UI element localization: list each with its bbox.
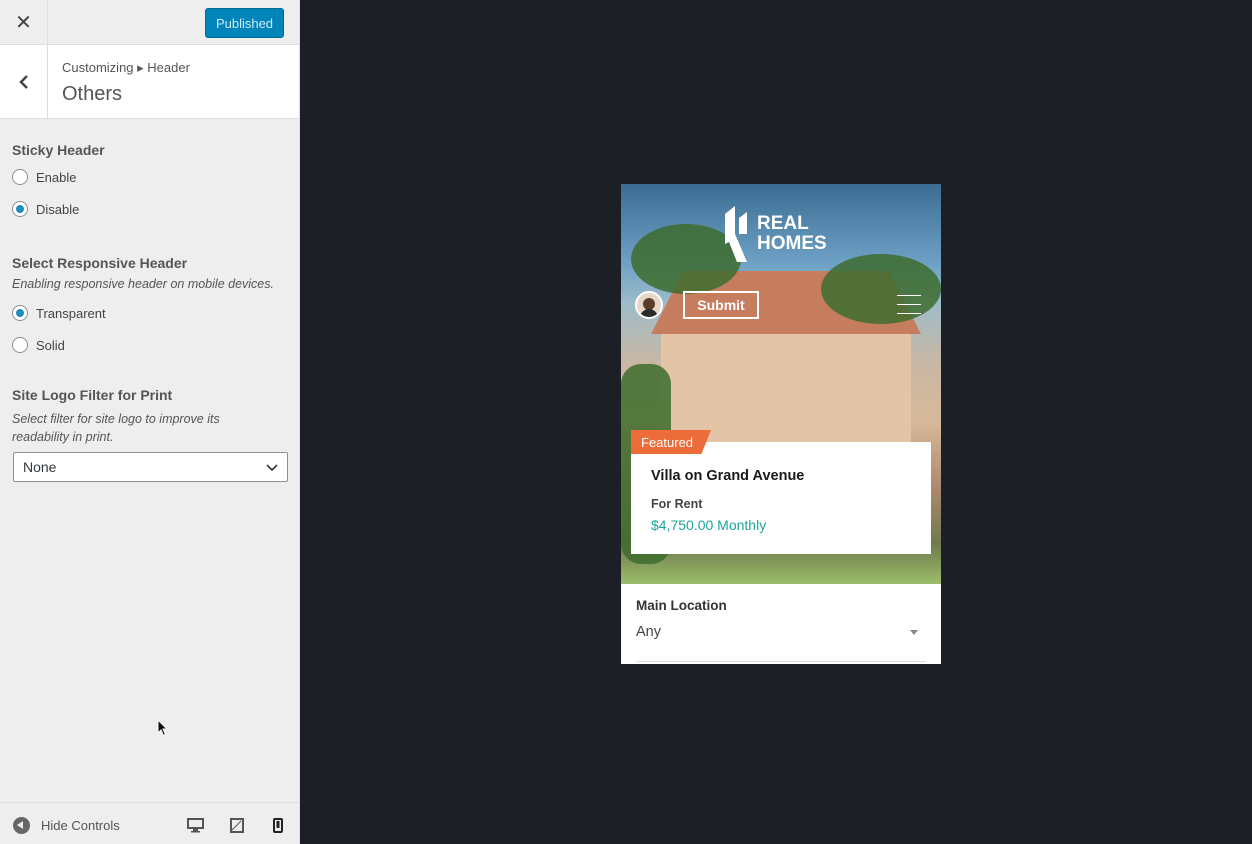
property-price: $4,750.00 Monthly — [651, 517, 767, 533]
logo-filter-select[interactable]: None — [13, 452, 288, 482]
logo-filter-description: Select filter for site logo to improve i… — [12, 412, 220, 444]
responsive-solid-radio[interactable]: Solid — [12, 335, 65, 355]
select-value: None — [23, 459, 57, 475]
featured-badge: Featured — [631, 430, 712, 454]
sticky-header-title: Sticky Header — [12, 142, 105, 158]
house-facade — [661, 334, 911, 444]
mobile-preview-icon[interactable] — [273, 818, 283, 833]
logo-filter-control: Site Logo Filter for Print Select filter… — [12, 387, 252, 446]
customizer-sidebar: ✕ Published Customizing ▸ Header Others … — [0, 0, 300, 844]
section-header: Customizing ▸ Header Others — [0, 45, 299, 119]
submit-property-button[interactable]: Submit — [683, 291, 759, 319]
radio-label: Enable — [36, 169, 77, 185]
site-logo[interactable]: REAL HOMES — [721, 204, 827, 264]
hide-controls-label: Hide Controls — [41, 818, 120, 833]
palm-tree — [821, 254, 941, 324]
close-icon: ✕ — [15, 11, 32, 34]
logo-filter-title: Site Logo Filter for Print — [12, 387, 173, 403]
publish-button[interactable]: Published — [205, 8, 284, 38]
radio-button[interactable] — [12, 337, 28, 353]
radio-button[interactable] — [12, 169, 28, 185]
logo-line-1: REAL — [757, 213, 809, 234]
chevron-down-icon — [266, 464, 278, 472]
customizer-footer: Hide Controls — [0, 802, 299, 844]
tablet-preview-icon[interactable] — [230, 818, 244, 833]
radio-button[interactable] — [12, 305, 28, 321]
property-card[interactable]: Villa on Grand Avenue For Rent $4,750.00… — [631, 442, 931, 554]
radio-button[interactable] — [12, 201, 28, 217]
radio-label: Disable — [36, 201, 80, 217]
search-location-label: Main Location — [636, 598, 727, 613]
radio-label: Solid — [36, 337, 65, 353]
property-title[interactable]: Villa on Grand Avenue — [651, 468, 804, 484]
sticky-disable-radio[interactable]: Disable — [12, 199, 79, 219]
responsive-header-description: Enabling responsive header on mobile dev… — [12, 277, 274, 291]
real-homes-logo-icon — [725, 206, 747, 262]
property-status: For Rent — [651, 497, 703, 511]
desktop-preview-icon[interactable] — [187, 818, 204, 833]
section-title: Others — [62, 83, 123, 105]
sticky-enable-radio[interactable]: Enable — [12, 167, 76, 187]
divider — [636, 661, 926, 662]
close-customizer-button[interactable]: ✕ — [0, 0, 48, 44]
search-location-select[interactable]: Any — [636, 624, 661, 640]
site-preview-mobile: REAL HOMES Submit Villa on Grand Avenue … — [621, 184, 941, 664]
customizer-topbar: ✕ Published — [0, 0, 299, 45]
mouse-cursor-icon — [157, 719, 169, 737]
responsive-transparent-radio[interactable]: Transparent — [12, 303, 106, 323]
sticky-header-control: Sticky Header — [12, 142, 105, 158]
caret-down-icon — [910, 630, 918, 635]
back-button[interactable] — [0, 45, 48, 118]
breadcrumb: Customizing ▸ Header — [62, 60, 190, 75]
responsive-header-control: Select Responsive Header Enabling respon… — [12, 255, 292, 293]
collapse-arrow-icon — [13, 817, 30, 834]
chevron-left-icon — [18, 74, 28, 89]
hide-controls-button[interactable]: Hide Controls — [13, 817, 120, 834]
radio-label: Transparent — [36, 305, 106, 321]
responsive-header-title: Select Responsive Header — [12, 255, 188, 271]
user-avatar[interactable] — [635, 291, 663, 319]
logo-line-2: HOMES — [757, 233, 827, 254]
menu-icon[interactable] — [897, 295, 921, 322]
